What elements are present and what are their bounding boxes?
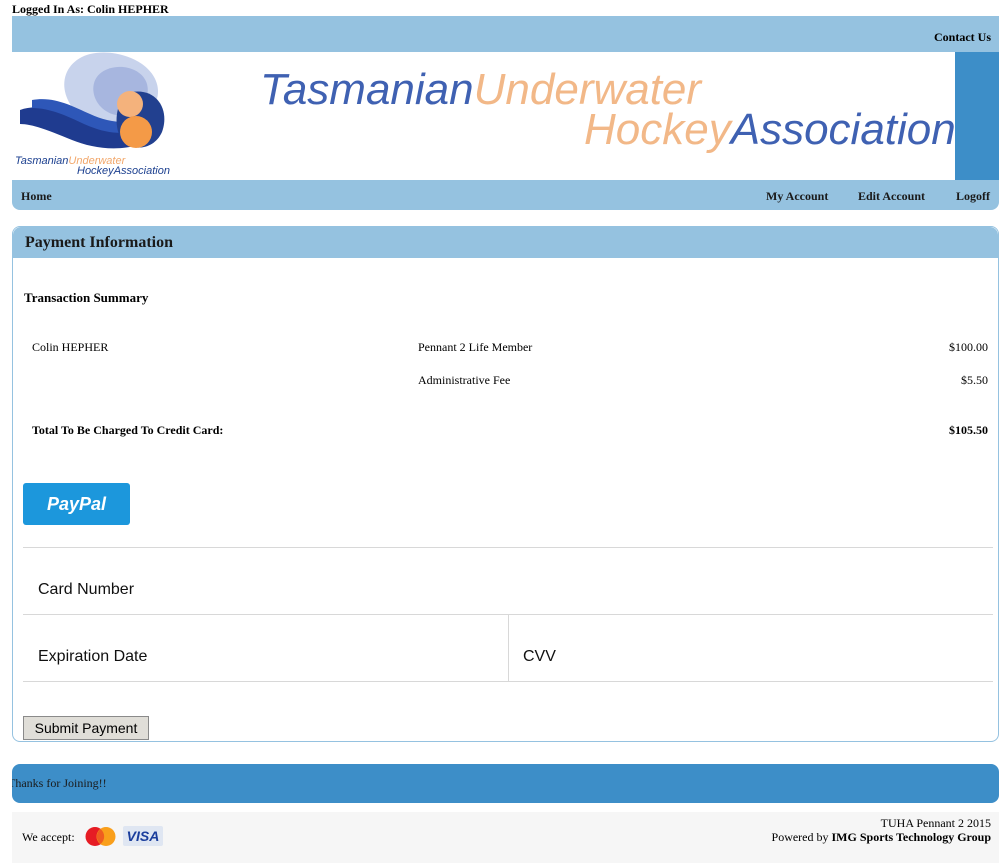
item-description: Pennant 2 Life Member [418, 340, 533, 354]
payment-panel: Payment Information Transaction Summary … [12, 226, 999, 742]
we-accept-label: We accept: [22, 830, 75, 844]
card-number-field[interactable]: Card Number [38, 581, 134, 599]
transaction-summary-title: Transaction Summary [24, 290, 149, 305]
panel-title: Payment Information [13, 227, 998, 258]
field-separator [508, 614, 509, 681]
total-label: Total To Be Charged To Credit Card: [32, 423, 224, 437]
paypal-button[interactable]: PayPal [23, 483, 130, 525]
powered-by: Powered by IMG Sports Technology Group [771, 830, 991, 844]
nav-edit-account[interactable]: Edit Account [858, 189, 925, 204]
contact-us-link[interactable]: Contact Us [934, 30, 991, 45]
nav-home[interactable]: Home [21, 189, 52, 204]
site-banner: TasmanianUnderwater HockeyAssociation Ta… [12, 52, 955, 180]
nav-bar: Home My Account Edit Account Logoff [12, 180, 999, 210]
divider [23, 547, 993, 548]
powered-by-link[interactable]: IMG Sports Technology Group [832, 830, 991, 844]
item-amount: $100.00 [949, 340, 988, 354]
thanks-text: Thanks for Joining!! [12, 776, 107, 790]
banner-side-strip [955, 52, 999, 180]
visa-icon: VISA [123, 826, 163, 846]
footer-credits: TUHA Pennant 2 2015 Powered by IMG Sport… [772, 816, 991, 844]
thanks-banner: Thanks for Joining!! [12, 764, 999, 803]
mastercard-icon [85, 827, 116, 846]
logo-word-hockey: Hockey [77, 165, 114, 177]
total-amount: $105.50 [949, 423, 988, 437]
submit-payment-button[interactable]: Submit Payment [23, 716, 149, 740]
cvv-field[interactable]: CVV [523, 648, 556, 666]
logo-text: TasmanianUnderwater HockeyAssociation [15, 155, 170, 177]
nav-logoff[interactable]: Logoff [956, 189, 990, 204]
expiration-date-field[interactable]: Expiration Date [38, 648, 147, 666]
footer-site-name: TUHA Pennant 2 2015 [880, 816, 991, 830]
nav-my-account[interactable]: My Account [766, 189, 828, 204]
logged-in-label: Logged In As: Colin HEPHER [12, 2, 169, 16]
fee-description: Administrative Fee [418, 373, 511, 387]
banner-title: TasmanianUnderwater HockeyAssociation [260, 65, 955, 154]
member-name: Colin HEPHER [32, 340, 109, 354]
top-bar: Contact Us [12, 16, 999, 52]
divider [23, 681, 993, 682]
fee-amount: $5.50 [961, 373, 988, 387]
